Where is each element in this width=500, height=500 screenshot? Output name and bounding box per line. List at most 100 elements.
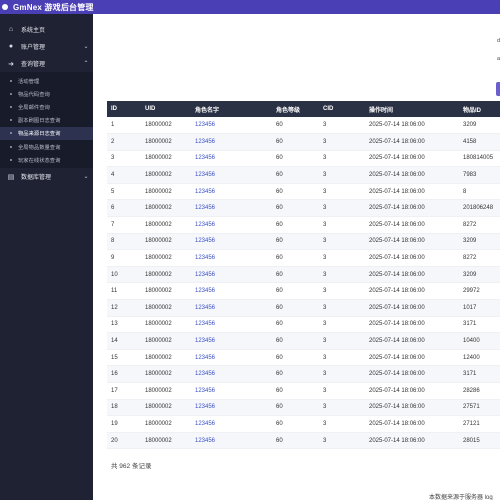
chevron-up-icon: ⌃ bbox=[83, 61, 89, 67]
submenu-item-item-source-log[interactable]: 物品来源日志查询 bbox=[0, 126, 93, 140]
table-cell[interactable]: 123456 bbox=[191, 200, 272, 217]
table-cell: 3 bbox=[323, 205, 327, 212]
table-row: 7 18000002 123456 60 3 2025-07-14 18:06:00 827… bbox=[107, 217, 500, 234]
table-cell[interactable]: 123456 bbox=[191, 217, 272, 234]
table-cell: 6 bbox=[111, 205, 115, 212]
table-cell: 18 bbox=[111, 404, 118, 411]
table-cell: 8 bbox=[463, 188, 467, 195]
table-cell: 3 bbox=[323, 138, 327, 145]
sidebar-item-home[interactable]: ⌂ 系统主页 bbox=[0, 21, 93, 38]
submenu-item-label: 副本刷图日志查询 bbox=[18, 118, 61, 125]
table-cell: 2025-07-14 18:06:00 bbox=[369, 172, 425, 179]
table-row: 9 18000002 123456 60 3 2025-07-14 18:06:00 827… bbox=[107, 250, 500, 267]
table-cell: 8272 bbox=[463, 221, 477, 228]
table-cell[interactable]: 123456 bbox=[191, 366, 272, 383]
submenu-item-online-status[interactable]: 玩家在线状态查询 bbox=[0, 153, 93, 166]
bullet-icon bbox=[10, 145, 12, 148]
table-cell[interactable]: 123456 bbox=[191, 250, 272, 267]
search-button[interactable] bbox=[496, 82, 500, 96]
table-cell[interactable]: 123456 bbox=[191, 316, 272, 333]
sidebar-item-account[interactable]: ● 账户管理 ⌄ bbox=[0, 38, 93, 55]
table-cell: 3 bbox=[323, 221, 327, 228]
table-cell: 2025-07-14 18:06:00 bbox=[369, 255, 425, 262]
table-row: 19 18000002 123456 60 3 2025-07-14 18:06:00 27… bbox=[107, 416, 500, 433]
table-cell: 18000002 bbox=[145, 371, 172, 378]
table-cell: 3 bbox=[323, 404, 327, 411]
table-cell: 2025-07-14 18:06:00 bbox=[369, 221, 425, 228]
home-icon: ⌂ bbox=[8, 26, 14, 33]
table-row: 11 18000002 123456 60 3 2025-07-14 18:06:00 29… bbox=[107, 283, 500, 300]
table-cell[interactable]: 123456 bbox=[191, 300, 272, 317]
table-cell: 4158 bbox=[463, 138, 477, 145]
table-row: 5 18000002 123456 60 3 2025-07-14 18:06:00 8 bbox=[107, 183, 500, 200]
table-cell: 1 bbox=[111, 122, 115, 129]
table-cell: 2025-07-14 18:06:00 bbox=[369, 387, 425, 394]
table-cell: 60 bbox=[276, 155, 283, 162]
login-icon: ➜ bbox=[8, 60, 14, 68]
table-cell: 60 bbox=[276, 172, 283, 179]
table-cell: 3 bbox=[111, 155, 115, 162]
table-cell: 60 bbox=[276, 238, 283, 245]
table-cell[interactable]: 123456 bbox=[191, 416, 272, 433]
table-row: 14 18000002 123456 60 3 2025-07-14 18:06:00 10… bbox=[107, 332, 500, 350]
table-cell[interactable]: 123456 bbox=[191, 117, 272, 134]
sidebar-item-query[interactable]: ➜ 查询管理 ⌃ bbox=[0, 55, 93, 72]
table-cell: 180814005 bbox=[463, 155, 494, 162]
table-cell: 7 bbox=[111, 221, 115, 228]
sidebar-item-database[interactable]: ▤ 数据库管理 ⌄ bbox=[0, 168, 93, 185]
table-cell: 2025-07-14 18:06:00 bbox=[369, 304, 425, 311]
main-content: d a ID UID 角色名字 角色等级 CID 操作时间 物品ID 1 1800… bbox=[93, 14, 500, 500]
table-cell: 3 bbox=[323, 238, 327, 245]
table-cell[interactable]: 123456 bbox=[191, 349, 272, 366]
table-cell: 18000002 bbox=[145, 138, 172, 145]
table-cell[interactable]: 123456 bbox=[191, 134, 272, 151]
column-header: 物品ID bbox=[463, 107, 482, 114]
table-cell: 3 bbox=[323, 437, 327, 444]
table-cell: 3 bbox=[323, 304, 327, 311]
submenu-item-item-code[interactable]: 物品代码查询 bbox=[0, 87, 93, 100]
table-cell[interactable]: 123456 bbox=[191, 283, 272, 300]
table-cell: 60 bbox=[276, 321, 283, 328]
table-cell: 18000002 bbox=[145, 221, 172, 228]
table-cell[interactable]: 123456 bbox=[191, 150, 272, 167]
submenu-item-dungeon-log[interactable]: 副本刷图日志查询 bbox=[0, 114, 93, 127]
table-cell: 12400 bbox=[463, 354, 480, 361]
table-cell: 2025-07-14 18:06:00 bbox=[369, 188, 425, 195]
bullet-icon bbox=[10, 158, 12, 161]
table-cell: 3 bbox=[323, 122, 327, 129]
table-cell: 2025-07-14 18:06:00 bbox=[369, 420, 425, 427]
table-cell: 18000002 bbox=[145, 420, 172, 427]
bullet-icon bbox=[10, 105, 12, 108]
logo-icon bbox=[2, 4, 8, 10]
submenu-item-activity[interactable]: 活动管理 bbox=[0, 74, 93, 87]
table-cell[interactable]: 123456 bbox=[191, 333, 272, 350]
table-cell: 60 bbox=[276, 205, 283, 212]
table-cell: 2025-07-14 18:06:00 bbox=[369, 155, 425, 162]
table-cell: 18000002 bbox=[145, 172, 172, 179]
table-cell: 15 bbox=[111, 354, 118, 361]
table-cell[interactable]: 123456 bbox=[191, 383, 272, 400]
table-cell[interactable]: 123456 bbox=[191, 183, 272, 200]
item-log-table: ID UID 角色名字 角色等级 CID 操作时间 物品ID 1 18000002… bbox=[107, 101, 500, 449]
table-cell: 3209 bbox=[463, 271, 477, 278]
table-cell[interactable]: 123456 bbox=[191, 167, 272, 184]
table-cell[interactable]: 123456 bbox=[191, 266, 272, 283]
table-cell: 3 bbox=[323, 155, 327, 162]
user-icon: ● bbox=[8, 43, 14, 50]
table-cell[interactable]: 123456 bbox=[191, 233, 272, 250]
table-cell: 2025-07-14 18:06:00 bbox=[369, 122, 425, 129]
submenu-item-global-mail[interactable]: 全局邮件查询 bbox=[0, 100, 93, 113]
table-cell: 60 bbox=[276, 288, 283, 295]
table-cell: 3 bbox=[323, 288, 327, 295]
table-cell: 2025-07-14 18:06:00 bbox=[369, 321, 425, 328]
bullet-icon bbox=[10, 79, 12, 82]
table-cell: 2025-07-14 18:06:00 bbox=[369, 288, 425, 295]
table-cell[interactable]: 123456 bbox=[191, 399, 272, 416]
table-cell: 2025-07-14 18:06:00 bbox=[369, 271, 425, 278]
table-cell: 13 bbox=[111, 321, 118, 328]
submenu-item-global-item-count[interactable]: 全局物品数量查询 bbox=[0, 140, 93, 153]
table-row: 6 18000002 123456 60 3 2025-07-14 18:06:00 201… bbox=[107, 199, 500, 217]
table-cell[interactable]: 123456 bbox=[191, 432, 272, 449]
table-cell: 60 bbox=[276, 188, 283, 195]
table-cell: 2025-07-14 18:06:00 bbox=[369, 404, 425, 411]
